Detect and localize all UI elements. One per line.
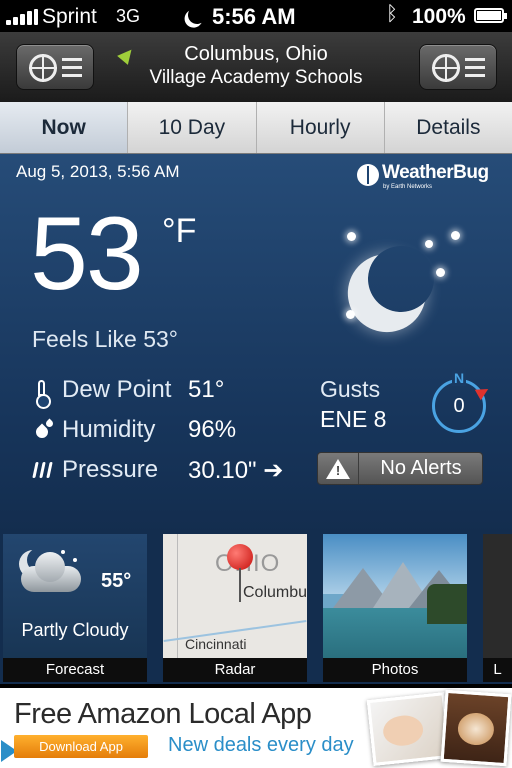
forecast-condition: Partly Cloudy xyxy=(21,620,129,640)
map-pin-icon xyxy=(227,544,253,570)
tab-now[interactable]: Now xyxy=(0,102,129,153)
ad-download-button[interactable]: Download App xyxy=(14,735,148,758)
radar-caption: Radar xyxy=(163,658,307,682)
target-menu-icon xyxy=(432,54,460,82)
tab-hourly[interactable]: Hourly xyxy=(257,102,385,153)
location-station[interactable]: Village Academy Schools xyxy=(100,67,412,89)
brand-name: WeatherBug xyxy=(382,162,489,183)
do-not-disturb-moon-icon xyxy=(187,5,208,26)
star-icon xyxy=(347,232,356,241)
observation-timestamp: Aug 5, 2013, 5:56 AM xyxy=(16,162,180,181)
current-conditions-panel: Aug 5, 2013, 5:56 AM WeatherBug by Earth… xyxy=(0,154,512,534)
thermometer-icon xyxy=(32,378,54,409)
ad-banner[interactable]: Free Amazon Local App Download App New d… xyxy=(0,688,512,768)
tab-details[interactable]: Details xyxy=(385,102,512,153)
network-type: 3G xyxy=(116,6,141,26)
status-bar: Sprint 3G 5:56 AM ᛒ 100% xyxy=(0,0,512,32)
list-lines-icon xyxy=(62,58,82,78)
compass-north-label: N xyxy=(451,370,467,386)
next-tile-caption: L xyxy=(483,658,512,682)
star-icon xyxy=(425,240,433,248)
alerts-divider xyxy=(358,453,359,484)
gusts-label: Gusts xyxy=(320,376,381,402)
star-icon xyxy=(436,268,445,277)
partly-cloudy-icon xyxy=(21,552,81,592)
brand-subtitle: by Earth Networks xyxy=(383,184,433,190)
map-city-columbus: Columbu xyxy=(243,584,307,601)
dew-point-label: Dew Point xyxy=(62,376,172,403)
radar-tile[interactable]: OHIO Columbu Cincinnati Radar xyxy=(163,534,307,682)
pressure-label: Pressure xyxy=(62,456,159,483)
alerts-button[interactable]: ! No Alerts xyxy=(317,452,483,485)
pressure-waves-icon xyxy=(32,458,54,482)
temperature-unit[interactable]: °F xyxy=(162,212,196,251)
wind-speed-value: 0 xyxy=(453,395,465,417)
carrier-name: Sprint xyxy=(42,5,97,28)
next-tile-partial[interactable]: L xyxy=(483,534,512,682)
ad-title: Free Amazon Local App xyxy=(14,698,312,730)
ad-tagline: New deals every day xyxy=(168,734,354,756)
alerts-label: No Alerts xyxy=(380,457,462,479)
list-lines-icon xyxy=(465,58,485,78)
pressure-value: 30.10" ➔ xyxy=(188,457,284,484)
tab-bar: Now 10 Day Hourly Details xyxy=(0,102,512,154)
forecast-temp: 55° xyxy=(101,570,132,592)
forecast-caption: Forecast xyxy=(3,658,147,682)
bluetooth-icon: ᛒ xyxy=(386,3,398,25)
star-icon xyxy=(451,231,460,240)
gusts-value: ENE 8 xyxy=(320,406,387,432)
ad-spa-photo xyxy=(366,692,452,766)
signal-bars-icon xyxy=(6,9,38,25)
droplets-icon xyxy=(32,418,55,442)
menu-button[interactable] xyxy=(16,44,94,90)
wind-compass[interactable]: N 0 xyxy=(432,370,492,433)
bug-menu-icon xyxy=(29,54,57,82)
app-header: Columbus, Ohio Village Academy Schools xyxy=(0,32,512,102)
star-icon xyxy=(346,310,355,319)
ad-coffee-photo xyxy=(440,689,512,767)
forecast-tile[interactable]: 55° Partly Cloudy Forecast xyxy=(3,534,147,682)
location-city[interactable]: Columbus, Ohio xyxy=(100,43,412,66)
feels-like: Feels Like 53° xyxy=(32,326,178,352)
weatherbug-bug-icon xyxy=(357,164,379,186)
map-city-cincinnati: Cincinnati xyxy=(185,636,247,652)
warning-icon: ! xyxy=(326,457,350,481)
photos-caption: Photos xyxy=(323,658,467,682)
locations-button[interactable] xyxy=(419,44,497,90)
battery-percent: 100% xyxy=(412,5,466,28)
current-temperature: 53 xyxy=(30,196,144,312)
humidity-label: Humidity xyxy=(62,416,156,443)
night-moon-icon xyxy=(364,242,439,317)
feature-carousel[interactable]: 55° Partly Cloudy Forecast OHIO Columbu … xyxy=(0,534,512,684)
status-time: 5:56 AM xyxy=(212,4,296,29)
photos-tile[interactable]: Photos xyxy=(323,534,467,682)
humidity-value: 96% xyxy=(188,416,237,443)
battery-icon xyxy=(474,8,507,23)
tab-10-day[interactable]: 10 Day xyxy=(128,102,257,153)
dew-point-value: 51° xyxy=(188,376,225,403)
